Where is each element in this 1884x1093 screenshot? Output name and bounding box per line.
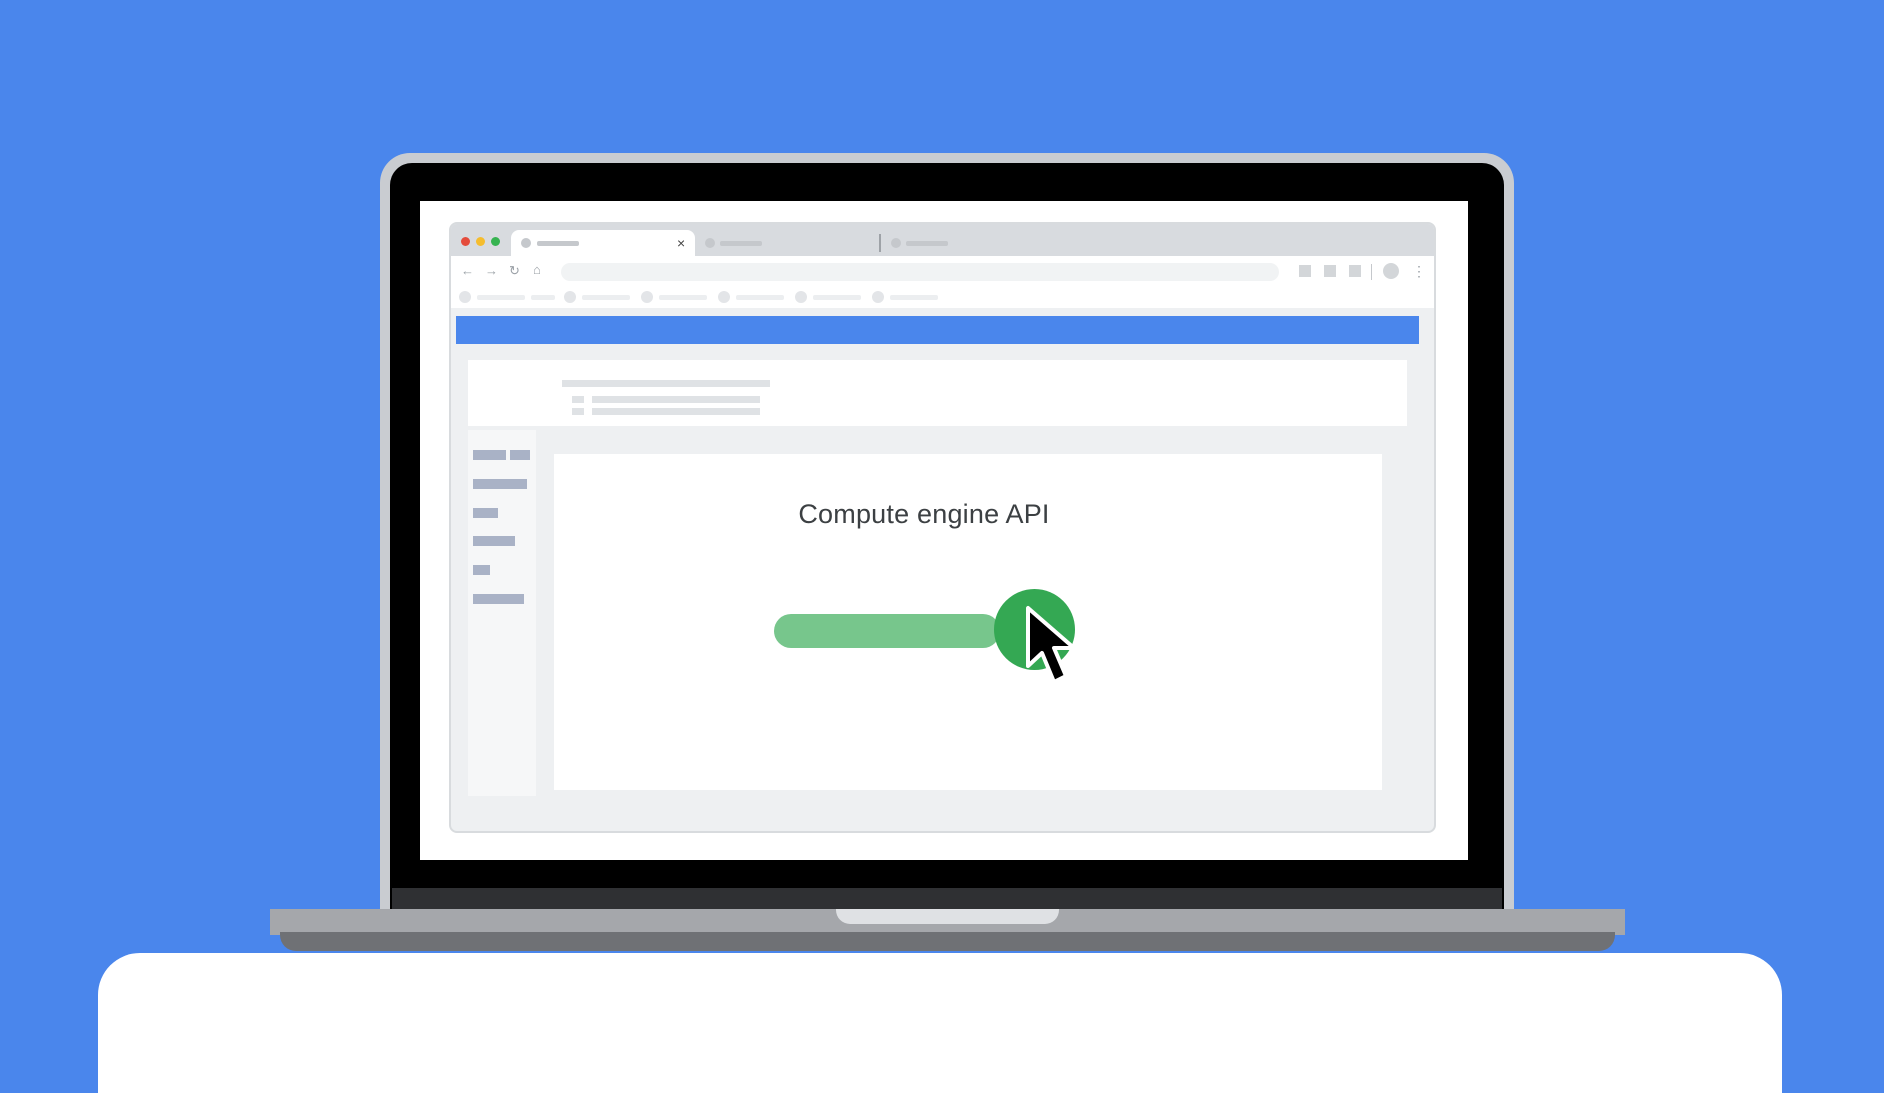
tab-separator [879,234,881,252]
tab-3[interactable] [889,230,1069,256]
desk-surface [98,953,1782,1093]
tab-title-placeholder [537,241,579,246]
bookmark-label-placeholder [659,295,707,300]
reload-icon[interactable]: ↻ [509,264,520,278]
tab-strip: × [451,224,1434,256]
laptop-base-shadow [280,932,1615,951]
header-line-placeholder [592,408,760,415]
sidebar-item[interactable] [473,508,498,518]
bookmark-icon[interactable] [795,291,807,303]
api-toggle-track[interactable] [774,614,1000,648]
bookmark-icon[interactable] [641,291,653,303]
sidebar-item[interactable] [510,450,530,460]
bookmark-icon[interactable] [718,291,730,303]
header-line-placeholder [592,396,760,403]
sidebar-item[interactable] [473,594,524,604]
sidebar-item[interactable] [473,450,506,460]
tab-title-placeholder [906,241,948,246]
sidebar [468,430,536,796]
close-tab-icon[interactable]: × [677,236,685,250]
laptop-hinge [392,888,1502,909]
api-card: Compute engine API [554,454,1382,790]
bookmarks-bar [451,286,1434,308]
toolbar-separator [1371,264,1372,280]
tab-active[interactable]: × [511,230,695,256]
bookmark-label-placeholder [582,295,630,300]
extension-icon[interactable] [1324,265,1336,277]
browser-toolbar: ← → ↻ ⌂ ⋮ [451,256,1434,286]
tab-2[interactable] [703,230,883,256]
laptop-notch [836,909,1059,924]
sidebar-item[interactable] [473,536,515,546]
bookmark-label-placeholder [890,295,938,300]
app-header-bar [456,316,1419,344]
page-content: Compute engine API [456,308,1429,828]
bookmark-icon[interactable] [459,291,471,303]
mouse-cursor-icon [1026,606,1076,684]
header-icon-placeholder [572,408,584,415]
tab-favicon [705,238,715,248]
bookmark-label-placeholder [813,295,861,300]
profile-avatar-icon[interactable] [1383,263,1399,279]
tab-title-placeholder [720,241,762,246]
api-title: Compute engine API [798,499,1050,529]
tab-favicon [521,238,531,248]
close-window-dot[interactable] [461,237,470,246]
browser-window: × ← → ↻ ⌂ ⋮ Compute engine API [449,222,1436,833]
sidebar-item[interactable] [473,479,527,489]
minimize-window-dot[interactable] [476,237,485,246]
address-bar[interactable] [561,263,1279,281]
header-icon-placeholder [572,396,584,403]
header-title-placeholder [562,380,770,387]
extension-icon[interactable] [1349,265,1361,277]
home-icon[interactable]: ⌂ [533,263,541,277]
bookmark-label-placeholder [531,295,555,300]
bookmark-label-placeholder [736,295,784,300]
back-arrow-icon[interactable]: ← [461,264,474,278]
bookmark-label-placeholder [477,295,525,300]
menu-kebab-icon[interactable]: ⋮ [1412,264,1426,278]
bookmark-icon[interactable] [872,291,884,303]
extension-icon[interactable] [1299,265,1311,277]
tab-favicon [891,238,901,248]
sidebar-item[interactable] [473,565,490,575]
maximize-window-dot[interactable] [491,237,500,246]
forward-arrow-icon[interactable]: → [485,264,498,278]
page-header-card [468,360,1407,426]
bookmark-icon[interactable] [564,291,576,303]
